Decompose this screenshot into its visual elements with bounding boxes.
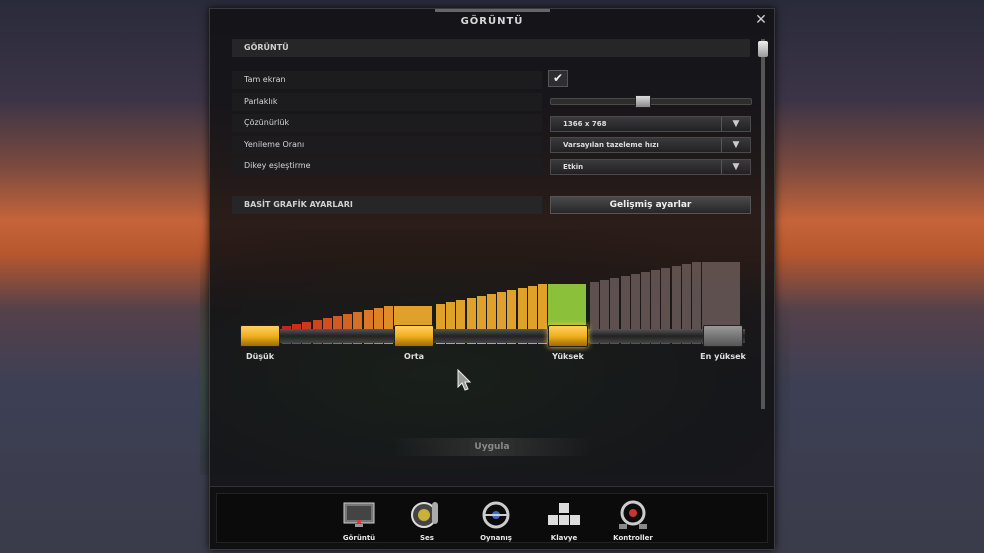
advanced-settings-button[interactable]: Gelişmiş ayarlar <box>550 196 751 214</box>
level-label-ultra: En yüksek <box>700 352 746 361</box>
tab-controllers[interactable]: Kontroller <box>607 498 659 546</box>
scrollbar[interactable] <box>758 39 768 409</box>
tab-label: Ses <box>420 534 434 542</box>
section-header-display: GÖRÜNTÜ <box>232 39 750 57</box>
scrollbar-thumb[interactable] <box>758 41 768 57</box>
level-label-medium: Orta <box>404 352 424 361</box>
close-icon[interactable]: ✕ <box>754 13 768 27</box>
tab-keyboard[interactable]: Klavye <box>538 498 590 546</box>
settings-window: GÖRÜNTÜ ✕ GÖRÜNTÜ Tam ekran ✔ Parlaklık … <box>209 8 775 550</box>
mouse-cursor-icon <box>457 369 471 391</box>
quality-slider-rail[interactable] <box>240 329 745 343</box>
resolution-value: 1366 x 768 <box>563 120 607 128</box>
tab-label: Oynanış <box>480 534 512 542</box>
speaker-icon <box>411 502 438 528</box>
window-title: GÖRÜNTÜ <box>460 16 524 27</box>
quality-knob-medium[interactable] <box>394 325 434 347</box>
row-vsync-label: Dikey eşleştirme <box>232 157 542 175</box>
tab-label: Kontroller <box>613 534 653 542</box>
row-resolution-label: Çözünürlük <box>232 114 542 132</box>
refresh-rate-value: Varsayılan tazeleme hızı <box>563 141 659 149</box>
controller-wheel-icon <box>619 500 647 529</box>
monitor-icon <box>343 502 375 527</box>
tab-label: Görüntü <box>342 534 376 542</box>
section-header-basic-graphics: BASİT GRAFİK AYARLARI <box>232 196 542 214</box>
tab-display[interactable]: Görüntü <box>333 498 385 546</box>
level-label-low: Düşük <box>245 352 275 361</box>
vsync-select[interactable]: Etkin ▼ <box>550 159 751 175</box>
quality-knob-low[interactable] <box>240 325 280 347</box>
level-label-high: Yüksek <box>552 352 584 361</box>
row-fullscreen-label: Tam ekran <box>232 71 542 89</box>
brightness-slider-thumb[interactable] <box>634 95 651 108</box>
row-refresh-label: Yenileme Oranı <box>232 136 542 154</box>
checkmark-icon: ✔ <box>552 71 564 85</box>
tab-sound[interactable]: Ses <box>401 498 453 546</box>
resolution-select[interactable]: 1366 x 768 ▼ <box>550 116 751 132</box>
chevron-down-icon[interactable]: ▼ <box>721 117 750 131</box>
row-brightness-label: Parlaklık <box>232 93 542 111</box>
apply-button[interactable]: Uygula <box>392 438 592 456</box>
quality-knob-ultra[interactable] <box>703 325 743 347</box>
vsync-value: Etkin <box>563 163 584 171</box>
steering-wheel-icon <box>482 501 510 529</box>
tab-label: Klavye <box>550 534 578 542</box>
fullscreen-checkbox[interactable]: ✔ <box>548 70 568 87</box>
refresh-rate-select[interactable]: Varsayılan tazeleme hızı ▼ <box>550 137 751 153</box>
keyboard-icon <box>548 503 580 525</box>
category-tab-bar: Görüntü Ses Oynanış Klavye Kontroller <box>210 486 774 549</box>
chevron-down-icon[interactable]: ▼ <box>721 160 750 174</box>
quality-knob-high[interactable] <box>548 325 588 347</box>
chevron-down-icon[interactable]: ▼ <box>721 138 750 152</box>
brightness-slider[interactable] <box>550 95 752 108</box>
tab-gameplay[interactable]: Oynanış <box>470 498 522 546</box>
